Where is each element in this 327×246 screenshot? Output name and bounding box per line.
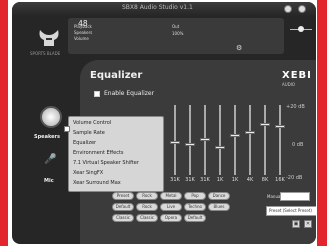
brand-subtext: AUDIO [282, 82, 296, 87]
mic-label: Mic [44, 178, 54, 184]
eq-band-knob[interactable] [275, 125, 285, 128]
menu-item[interactable]: 7.1 Virtual Speaker Shifter [73, 160, 139, 166]
menu-item[interactable]: Xear SingFX [73, 170, 103, 176]
eq-band-freq-label: 31K [170, 177, 180, 183]
speakers-label: Speakers [34, 134, 60, 140]
enable-equalizer-checkbox[interactable] [94, 91, 100, 97]
manual-input[interactable] [280, 192, 310, 201]
menu-item[interactable]: Environment Effects [73, 150, 124, 156]
top-status-panel: Playback Speakers Volume Out 100% [68, 18, 284, 54]
menu-toggle[interactable] [64, 126, 70, 132]
preset-select[interactable]: Preset (Select Preset) [266, 206, 316, 216]
eq-band-freq-label: 31K [185, 177, 195, 183]
eq-band-track[interactable] [174, 105, 176, 175]
speakers-device-icon[interactable] [40, 106, 62, 128]
left-edge-stripe [0, 0, 8, 246]
menu-item[interactable]: Volume Control [73, 120, 111, 126]
equalizer-title: Equalizer [90, 70, 143, 81]
window-title: SBX8 Audio Studio v1.1 [122, 4, 193, 11]
volume-label: Volume [74, 36, 89, 41]
eq-band-knob[interactable] [260, 123, 270, 126]
menu-item[interactable]: Equalizer [73, 140, 96, 146]
eq-band-freq-label: 16K [275, 177, 285, 183]
eq-band-track[interactable] [234, 105, 236, 175]
preset-button[interactable]: Opera [160, 214, 182, 222]
eq-band-knob[interactable] [185, 143, 195, 146]
menu-item[interactable]: Xear Surround Max [73, 180, 121, 186]
preset-button[interactable]: Dance [208, 192, 230, 200]
preset-button[interactable]: Pop [184, 192, 206, 200]
master-volume-knob[interactable] [298, 26, 304, 32]
preset-button[interactable]: Classic [136, 214, 158, 222]
eq-band-freq-label: 8K [261, 177, 269, 183]
horned-helmet-logo-icon [39, 30, 59, 46]
title-bar: SBX8 Audio Studio v1.1 [12, 2, 316, 16]
app-window: SBX8 Audio Studio v1.1 SPORTS BLADE Play… [12, 2, 316, 244]
delete-icon[interactable]: ✕ [304, 220, 312, 228]
preset-button[interactable]: Live [160, 203, 182, 211]
preset-button[interactable]: Default [184, 214, 206, 222]
output-percent: 100% [172, 31, 184, 36]
preset-button[interactable]: Blues [208, 203, 230, 211]
eq-band-knob[interactable] [200, 138, 210, 141]
eq-band-track[interactable] [249, 105, 251, 175]
feature-menu: Volume Control Sample Rate Equalizer Enviro… [68, 116, 164, 192]
preset-button[interactable]: Techno [184, 203, 206, 211]
output-label: Out [172, 24, 180, 29]
right-edge-stripe [317, 0, 327, 246]
eq-slider-area: 31K 31K 31K 1K 1K 4K 8K 16K [168, 105, 296, 183]
preset-button[interactable]: Rock [136, 192, 158, 200]
eq-band-knob[interactable] [245, 131, 255, 134]
eq-band-knob[interactable] [170, 141, 180, 144]
brand-logo: XEBI [282, 70, 312, 81]
enable-equalizer-label: Enable Equalizer [104, 90, 155, 97]
eq-band-track[interactable] [219, 105, 221, 175]
save-icon[interactable]: ▣ [292, 220, 300, 228]
eq-band-freq-label: 1K [216, 177, 224, 183]
volume-value: 48 [78, 19, 88, 28]
close-button[interactable] [298, 5, 306, 13]
gear-icon[interactable]: ⚙ [236, 44, 242, 52]
eq-band-knob[interactable] [230, 134, 240, 137]
microphone-icon[interactable]: 🎤 [44, 154, 56, 165]
eq-band-freq-label: 4K [246, 177, 254, 183]
preset-button[interactable]: Metal [160, 192, 182, 200]
menu-item[interactable]: Sample Rate [73, 130, 105, 136]
minimize-button[interactable] [284, 5, 292, 13]
preset-button[interactable]: Rock [136, 203, 158, 211]
eq-band-freq-label: 1K [231, 177, 239, 183]
eq-band-track[interactable] [264, 105, 266, 175]
preset-button[interactable]: Classic [112, 214, 134, 222]
preset-button[interactable]: Preset [112, 192, 134, 200]
eq-band-track[interactable] [279, 105, 281, 175]
preset-button[interactable]: Default [112, 203, 134, 211]
eq-band-freq-label: 31K [200, 177, 210, 183]
logo-subtext: SPORTS BLADE [30, 51, 61, 56]
device-label: Speakers [74, 30, 93, 35]
eq-band-track[interactable] [189, 105, 191, 175]
eq-band-knob[interactable] [215, 146, 225, 149]
